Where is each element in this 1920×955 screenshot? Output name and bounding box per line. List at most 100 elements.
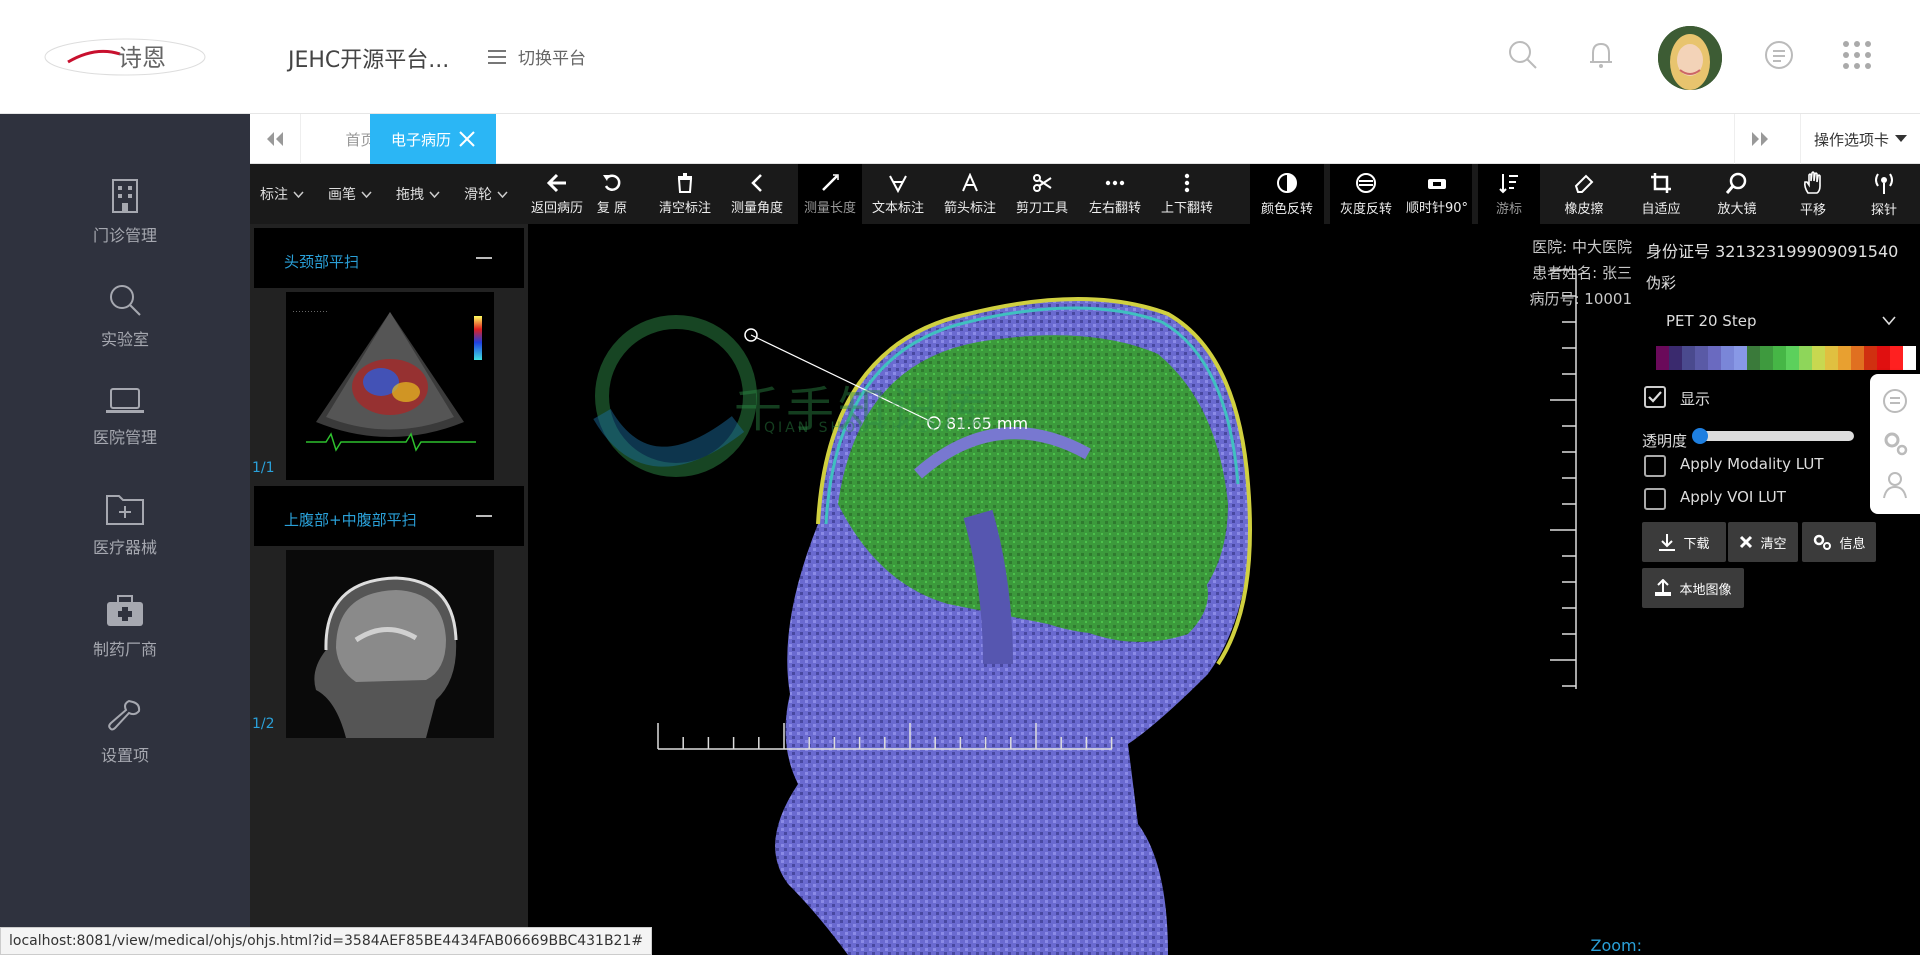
search-icon: [110, 285, 141, 316]
arrow-annotate-icon: [962, 172, 978, 191]
switch-platform-button[interactable]: 切换平台: [488, 44, 586, 69]
sidebar-item-hospital[interactable]: 医院管理: [0, 386, 250, 486]
eraser-icon: [1574, 174, 1594, 193]
wheel-select[interactable]: 滑轮: [464, 164, 508, 224]
eraser-button[interactable]: 橡皮擦: [1552, 164, 1616, 224]
arrow-annotate-button[interactable]: 箭头标注: [938, 164, 1002, 224]
sidebar-item-devices[interactable]: 医疗器械: [0, 490, 250, 590]
opacity-slider[interactable]: [1692, 428, 1854, 444]
probe-button[interactable]: 探针: [1854, 164, 1914, 224]
hand-icon: [1804, 170, 1821, 194]
pen-select-label: 画笔: [328, 187, 356, 203]
tool-label: 测量角度: [730, 200, 783, 216]
show-label: 显示: [1680, 390, 1711, 408]
pseudocolor-label: 伪彩: [1646, 274, 1677, 292]
measure-angle-button[interactable]: 测量角度: [726, 164, 788, 224]
gears-icon[interactable]: [1880, 428, 1910, 458]
series-header-head-neck[interactable]: 头颈部平扫: [254, 228, 524, 288]
clear-annotations-button[interactable]: 清空标注: [654, 164, 716, 224]
chevron-down-icon: [293, 190, 304, 198]
sidebar-item-label: 制药厂商: [92, 640, 157, 659]
close-icon[interactable]: [459, 131, 475, 147]
sidebar: 门诊管理 实验室 医院管理 医疗器械 制药厂商 设置项: [0, 114, 250, 955]
clear-button[interactable]: 清空: [1728, 522, 1798, 562]
info-button[interactable]: 信息: [1802, 522, 1876, 562]
tab-next-button[interactable]: [1734, 114, 1784, 164]
series-thumbnail-ultrasound[interactable]: ............: [286, 292, 494, 480]
show-checkbox[interactable]: [1644, 386, 1666, 408]
colorbar-swatch: [1695, 346, 1708, 370]
tool-label: 返回病历: [530, 200, 583, 216]
avatar[interactable]: [1658, 26, 1722, 90]
sidebar-item-label: 设置项: [100, 746, 149, 765]
colorbar-swatch: [1838, 346, 1851, 370]
series-thumbnail-mri[interactable]: [286, 550, 494, 738]
chat-icon[interactable]: [1880, 386, 1910, 416]
text-annotate-button[interactable]: 文本标注: [866, 164, 930, 224]
tab-bar: 首页 电子病历 操作选项卡: [250, 114, 1920, 164]
collapse-icon[interactable]: [476, 257, 492, 259]
chevron-down-icon: [497, 190, 508, 198]
tab-prev-button[interactable]: [250, 114, 300, 164]
lut-select[interactable]: PET 20 Step: [1666, 312, 1896, 330]
text-annotate-icon: [889, 175, 907, 193]
wheel-select-label: 滑轮: [464, 187, 492, 203]
wrench-icon: [108, 699, 141, 731]
apps-grid-icon[interactable]: [1840, 38, 1874, 72]
sidebar-item-outpatient[interactable]: 门诊管理: [0, 178, 250, 278]
ruler-icon: [822, 173, 839, 191]
pan-button[interactable]: 平移: [1782, 164, 1844, 224]
collapse-icon[interactable]: [476, 515, 492, 517]
flip-vertical-button[interactable]: 上下翻转: [1154, 164, 1220, 224]
measure-length-button[interactable]: 测量长度: [798, 164, 862, 224]
tab-emr[interactable]: 电子病历: [370, 114, 496, 164]
download-button[interactable]: 下载: [1642, 522, 1726, 562]
colorbar-swatch: [1708, 346, 1721, 370]
close-icon: [1740, 535, 1753, 549]
color-invert-button[interactable]: 颜色反转: [1250, 164, 1324, 224]
rotate-clockwise-button[interactable]: 顺时针90°: [1402, 164, 1472, 224]
laptop-icon: [106, 388, 144, 413]
logo[interactable]: 诗恩: [40, 28, 210, 86]
modality-lut-label: Apply Modality LUT: [1680, 455, 1824, 473]
sidebar-item-label: 门诊管理: [92, 226, 157, 245]
bell-icon[interactable]: [1584, 38, 1618, 72]
magnifier-button[interactable]: 放大镜: [1706, 164, 1768, 224]
colorbar-swatch: [1825, 346, 1838, 370]
search-icon[interactable]: [1506, 38, 1540, 72]
app-title: JEHC开源平台...: [288, 48, 450, 73]
info-label: 信息: [1839, 536, 1866, 552]
back-to-record-button[interactable]: 返回病历: [528, 164, 586, 224]
svg-text:诗恩: 诗恩: [118, 44, 166, 72]
cursor-button[interactable]: 游标: [1478, 164, 1540, 224]
opacity-label: 透明度: [1642, 432, 1688, 450]
pen-select[interactable]: 画笔: [328, 164, 372, 224]
flip-horizontal-button[interactable]: 左右翻转: [1082, 164, 1148, 224]
invert-icon: [1277, 172, 1297, 193]
slider-handle[interactable]: [1692, 428, 1708, 444]
image-viewer[interactable]: 81.65 mm 千手知识库 QIAN SHOU ZHI SHI KU 医院: …: [528, 224, 1642, 955]
annotate-select[interactable]: 标注: [260, 164, 304, 224]
tab-options-dropdown[interactable]: 操作选项卡: [1800, 114, 1920, 164]
colorbar-swatch: [1864, 346, 1877, 370]
tool-label: 左右翻转: [1088, 200, 1141, 216]
sidebar-item-settings[interactable]: 设置项: [0, 698, 250, 798]
user-icon[interactable]: [1880, 470, 1910, 500]
chat-icon[interactable]: [1762, 38, 1796, 72]
local-image-button[interactable]: 本地图像: [1642, 568, 1744, 608]
voi-lut-checkbox[interactable]: [1644, 488, 1666, 510]
series-header-abdomen[interactable]: 上腹部+中腹部平扫: [254, 486, 524, 546]
modality-lut-checkbox[interactable]: [1644, 455, 1666, 477]
grayscale-invert-button[interactable]: 灰度反转: [1330, 164, 1402, 224]
id-card-number: 身份证号 321323199909091540: [1646, 242, 1899, 261]
scissors-button[interactable]: 剪刀工具: [1010, 164, 1074, 224]
chevron-down-icon: [361, 190, 372, 198]
sidebar-item-pharma[interactable]: 制药厂商: [0, 594, 250, 694]
reset-button[interactable]: 复 原: [590, 164, 634, 224]
colorbar-swatch: [1760, 346, 1773, 370]
sidebar-item-lab[interactable]: 实验室: [0, 282, 250, 382]
fit-button[interactable]: 自适应: [1630, 164, 1692, 224]
cursor-icon: [1499, 173, 1518, 193]
drag-select[interactable]: 拖拽: [396, 164, 440, 224]
flip-vertical-icon: [1184, 173, 1190, 192]
